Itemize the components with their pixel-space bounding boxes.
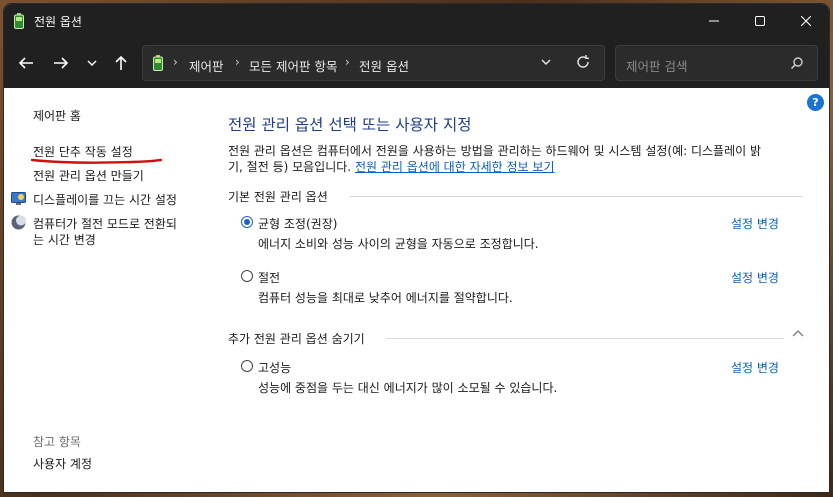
- arrow-up-icon: [115, 55, 127, 70]
- page-description: 전원 관리 옵션은 컴퓨터에서 전원을 사용하는 방법을 관리하는 하드웨어 및…: [228, 143, 798, 175]
- plan-balanced-name[interactable]: 균형 조정(권장): [258, 215, 337, 232]
- title-bar: 전원 옵션: [4, 4, 829, 38]
- sidebar-item-display-timeout[interactable]: 디스플레이를 끄는 시간 설정: [33, 192, 177, 208]
- section-divider: [386, 338, 784, 339]
- chevron-up-icon[interactable]: [791, 328, 805, 343]
- plan-high-performance-radio[interactable]: [241, 360, 253, 372]
- breadcrumb-control-panel[interactable]: 제어판: [189, 56, 224, 75]
- refresh-icon: [577, 55, 589, 68]
- refresh-button[interactable]: [575, 54, 591, 73]
- plan-power-saver-radio[interactable]: [241, 270, 253, 282]
- description-line-2: 기, 절전 등) 모음입니다.: [228, 160, 352, 174]
- extra-plans-heading[interactable]: 추가 전원 관리 옵션 숨기기: [228, 330, 365, 347]
- power-options-window: 전원 옵션 › 제어판 › 모든 제어판 항목 › 전원 옵션 제어판 검색 ?…: [4, 4, 829, 492]
- arrow-right-icon: [54, 57, 69, 69]
- sidebar-item-user-accounts[interactable]: 사용자 계정: [33, 456, 92, 472]
- plan-high-performance-description: 성능에 중점을 두는 대신 에너지가 많이 소모될 수 있습니다.: [258, 381, 558, 395]
- address-bar[interactable]: › 제어판 › 모든 제어판 항목 › 전원 옵션: [142, 45, 605, 81]
- description-line-1: 전원 관리 옵션은 컴퓨터에서 전원을 사용하는 방법을 관리하는 하드웨어 및…: [228, 144, 762, 158]
- minimize-icon: [709, 20, 719, 22]
- red-annotation-underline: [31, 158, 163, 164]
- search-input[interactable]: 제어판 검색: [626, 56, 687, 75]
- window-title: 전원 옵션: [34, 15, 82, 29]
- minimize-button[interactable]: [691, 4, 737, 38]
- sidebar-item-sleep-timeout-line1[interactable]: 컴퓨터가 절전 모드로 전환되: [33, 216, 177, 232]
- up-button[interactable]: [109, 51, 133, 75]
- chevron-down-icon: [87, 60, 97, 67]
- sidebar-item-create-plan[interactable]: 전원 관리 옵션 만들기: [33, 168, 144, 184]
- plan-power-saver-change-link[interactable]: 설정 변경: [731, 269, 779, 286]
- plan-balanced-description: 에너지 소비와 성능 사이의 균형을 자동으로 조정합니다.: [258, 237, 539, 251]
- search-icon[interactable]: [790, 56, 804, 73]
- plan-high-performance-name[interactable]: 고성능: [258, 359, 291, 376]
- arrow-left-icon: [18, 57, 33, 69]
- breadcrumb-separator-icon: ›: [345, 55, 350, 69]
- maximize-icon: [755, 16, 765, 26]
- sidebar-item-sleep-timeout-line2[interactable]: 는 시간 변경: [33, 232, 96, 248]
- search-box[interactable]: 제어판 검색: [615, 45, 818, 81]
- plan-balanced-radio[interactable]: [241, 216, 253, 228]
- basic-plans-heading: 기본 전원 관리 옵션: [228, 190, 328, 204]
- address-dropdown-button[interactable]: [539, 55, 553, 72]
- sidebar: 제어판 홈 전원 단추 작동 설정 전원 관리 옵션 만들기 디스플레이를 끄는…: [4, 88, 204, 492]
- content-area: ? 제어판 홈 전원 단추 작동 설정 전원 관리 옵션 만들기 디스플레이를 …: [4, 88, 829, 492]
- breadcrumb-power-options[interactable]: 전원 옵션: [359, 56, 409, 75]
- back-button[interactable]: [14, 51, 38, 75]
- plan-balanced-change-link[interactable]: 설정 변경: [731, 215, 779, 232]
- section-divider: [350, 196, 803, 197]
- plan-high-performance-change-link[interactable]: 설정 변경: [731, 359, 779, 376]
- see-also-heading: 참고 항목: [33, 435, 81, 449]
- moon-icon: [11, 215, 26, 230]
- plan-power-saver-name[interactable]: 절전: [258, 269, 280, 286]
- plan-power-saver-description: 컴퓨터 성능을 최대로 낮추어 에너지를 절약합니다.: [258, 291, 513, 305]
- close-button[interactable]: [783, 4, 829, 38]
- chevron-down-icon: [541, 59, 551, 65]
- breadcrumb-separator-icon: ›: [173, 55, 178, 69]
- recent-locations-button[interactable]: [80, 51, 104, 75]
- breadcrumb-all-items[interactable]: 모든 제어판 항목: [249, 56, 337, 75]
- breadcrumb-separator-icon: ›: [235, 55, 240, 69]
- navigation-bar: › 제어판 › 모든 제어판 항목 › 전원 옵션 제어판 검색: [4, 38, 829, 88]
- battery-icon: [14, 13, 24, 29]
- more-info-link[interactable]: 전원 관리 옵션에 대한 자세한 정보 보기: [355, 160, 555, 174]
- sidebar-home-link[interactable]: 제어판 홈: [33, 108, 81, 124]
- close-icon: [801, 16, 811, 26]
- display-icon: [11, 191, 26, 206]
- maximize-button[interactable]: [737, 4, 783, 38]
- page-title: 전원 관리 옵션 선택 또는 사용자 지정: [228, 116, 472, 134]
- main-panel: 전원 관리 옵션 선택 또는 사용자 지정 전원 관리 옵션은 컴퓨터에서 전원…: [228, 88, 818, 492]
- battery-icon: [153, 55, 163, 74]
- forward-button[interactable]: [49, 51, 73, 75]
